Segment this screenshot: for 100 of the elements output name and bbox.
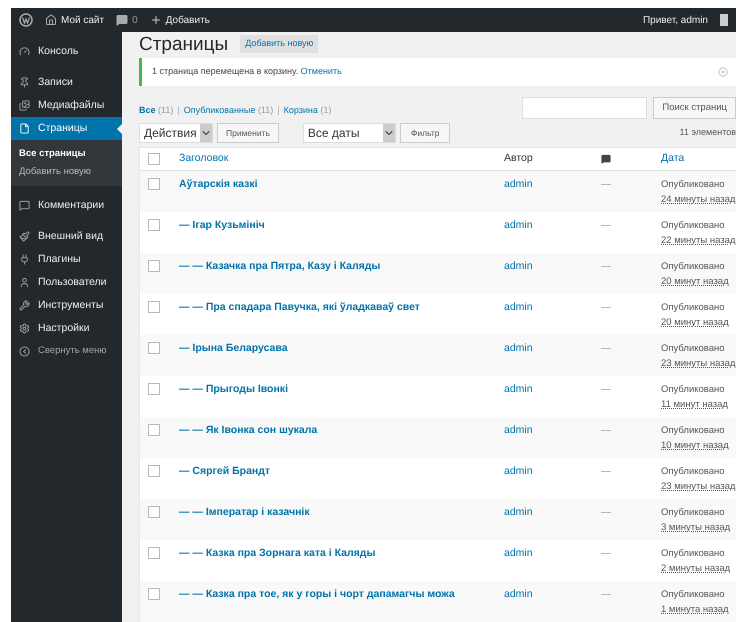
author-link[interactable]: admin xyxy=(504,423,601,439)
status-text: Опубликовано xyxy=(661,588,726,602)
comment-count: — xyxy=(601,588,612,602)
checkbox[interactable] xyxy=(148,424,160,436)
logo-icon[interactable] xyxy=(19,13,33,27)
page-title-link[interactable]: — — Казка пра тое, як у горы і чорт дапамагчы можа xyxy=(179,587,504,603)
comment-icon[interactable] xyxy=(116,14,128,26)
page-title-link[interactable]: — — Імператар і казачнік xyxy=(179,505,504,521)
comment-count[interactable]: 0 xyxy=(132,12,138,28)
apply-button[interactable]: Применить xyxy=(217,123,279,143)
checkbox[interactable] xyxy=(148,178,160,190)
date-text: 24 минуты назад xyxy=(661,193,736,207)
menu-item[interactable]: Настройки xyxy=(11,317,122,340)
menu-icon xyxy=(19,254,30,265)
author-link[interactable]: admin xyxy=(504,341,601,357)
menu-icon xyxy=(19,300,30,311)
home-icon[interactable] xyxy=(45,14,57,26)
comment-count: — xyxy=(601,301,612,315)
author-link[interactable]: admin xyxy=(504,546,601,562)
status-text: Опубликовано xyxy=(661,383,726,397)
checkbox[interactable] xyxy=(148,383,160,395)
comment-count: — xyxy=(601,547,612,561)
menu-item[interactable]: Внешний вид xyxy=(11,225,122,248)
author-link[interactable]: admin xyxy=(504,218,601,234)
separator: | xyxy=(277,104,280,117)
column-header[interactable]: Заголовок xyxy=(179,151,504,167)
menu-icon xyxy=(19,323,30,334)
author-link[interactable]: admin xyxy=(504,464,601,480)
comment-count: — xyxy=(601,342,612,356)
checkbox[interactable] xyxy=(148,219,160,231)
checkbox[interactable] xyxy=(148,588,160,600)
comment-count: — xyxy=(601,465,612,479)
filter-link[interactable]: Корзина (1) xyxy=(284,104,332,117)
author-link[interactable]: admin xyxy=(504,505,601,521)
date-text: 20 минут назад xyxy=(661,275,730,289)
author-link[interactable]: admin xyxy=(504,177,601,193)
author-link[interactable]: admin xyxy=(504,259,601,275)
checkbox[interactable] xyxy=(148,260,160,272)
page-title-link[interactable]: — Сяргей Брандт xyxy=(179,464,504,480)
menu-item[interactable]: Страницы xyxy=(11,117,122,140)
status-text: Опубликовано xyxy=(661,342,726,356)
menu-item[interactable]: Записи xyxy=(11,71,122,94)
date-text: 3 минуты назад xyxy=(661,521,732,535)
page-title-link[interactable]: Аўтарскія казкі xyxy=(179,177,504,193)
checkbox[interactable] xyxy=(148,547,160,559)
checkbox[interactable] xyxy=(148,465,160,477)
filter-link[interactable]: Все (11) xyxy=(139,104,174,117)
menu-item[interactable]: Плагины xyxy=(11,248,122,271)
collapse-link[interactable]: Свернуть меню xyxy=(38,344,106,359)
column-header[interactable]: Дата xyxy=(661,151,736,167)
filter-link[interactable]: Опубликованные (11) xyxy=(184,104,274,117)
add-new-button[interactable]: Добавить новую xyxy=(240,35,318,53)
menu-item[interactable]: Медиафайлы xyxy=(11,94,122,117)
page-title-link[interactable]: — — Як Івонка сон шукала xyxy=(179,423,504,439)
menu-icon xyxy=(19,123,30,134)
collapse-icon[interactable] xyxy=(19,346,30,357)
menu-item[interactable]: Инструменты xyxy=(11,294,122,317)
bulk-action-select[interactable]: Действия xyxy=(139,123,213,143)
menu-icon xyxy=(19,277,30,288)
search-field[interactable] xyxy=(522,97,648,119)
comment-count: — xyxy=(601,506,612,520)
comment-icon[interactable] xyxy=(601,154,611,164)
notice-text: 1 страница перемещена в корзину. Отменить xyxy=(152,65,342,78)
checkbox[interactable] xyxy=(148,342,160,354)
comment-count: — xyxy=(601,383,612,397)
author-link[interactable]: admin xyxy=(504,587,601,603)
greeting[interactable]: Привет, admin xyxy=(642,12,708,28)
checkbox[interactable] xyxy=(148,153,160,165)
page-title-link[interactable]: — Ігар Кузьмініч xyxy=(179,218,504,234)
dismiss-icon[interactable] xyxy=(718,67,728,77)
date-text: 23 минуты назад xyxy=(661,480,736,494)
page-title-link[interactable]: — — Казка пра Зорнага ката і Каляды xyxy=(179,546,504,562)
status-text: Опубликовано xyxy=(661,547,726,561)
site-link[interactable]: Мой сайт xyxy=(61,12,104,28)
caret-icon xyxy=(200,124,212,142)
menu-item[interactable]: Консоль xyxy=(11,40,122,63)
menu-item[interactable]: Комментарии xyxy=(11,194,122,217)
page-title-link[interactable]: — Ірына Беларусава xyxy=(179,341,504,357)
search-button[interactable]: Поиск страниц xyxy=(653,97,736,119)
author-link[interactable]: admin xyxy=(504,300,601,316)
status-text: Опубликовано xyxy=(661,465,726,479)
submenu-item[interactable]: Добавить новую xyxy=(11,163,122,181)
plus-icon[interactable] xyxy=(150,14,162,26)
page-title-link[interactable]: — — Казачка пра Пятра, Казу і Каляды xyxy=(179,259,504,275)
page-title-link[interactable]: — — Пра спадара Павучка, які ўладкаваў свет xyxy=(179,300,504,316)
date-text: 10 минут назад xyxy=(661,439,730,453)
add-new-link[interactable]: Добавить xyxy=(166,12,210,28)
menu-item[interactable]: Пользователи xyxy=(11,271,122,294)
comment-count: — xyxy=(601,178,612,192)
submenu-item[interactable]: Все страницы xyxy=(11,145,122,163)
page-title-link[interactable]: — — Прыгоды Івонкі xyxy=(179,382,504,398)
checkbox[interactable] xyxy=(148,506,160,518)
checkbox[interactable] xyxy=(148,301,160,313)
undo-link[interactable]: Отменить xyxy=(300,66,342,76)
status-text: Опубликовано xyxy=(661,506,726,520)
author-link[interactable]: admin xyxy=(504,382,601,398)
menu-icon xyxy=(19,200,30,211)
filter-button[interactable]: Фильтр xyxy=(400,123,450,143)
status-text: Опубликовано xyxy=(661,424,726,438)
date-select[interactable]: Все даты xyxy=(302,123,396,143)
